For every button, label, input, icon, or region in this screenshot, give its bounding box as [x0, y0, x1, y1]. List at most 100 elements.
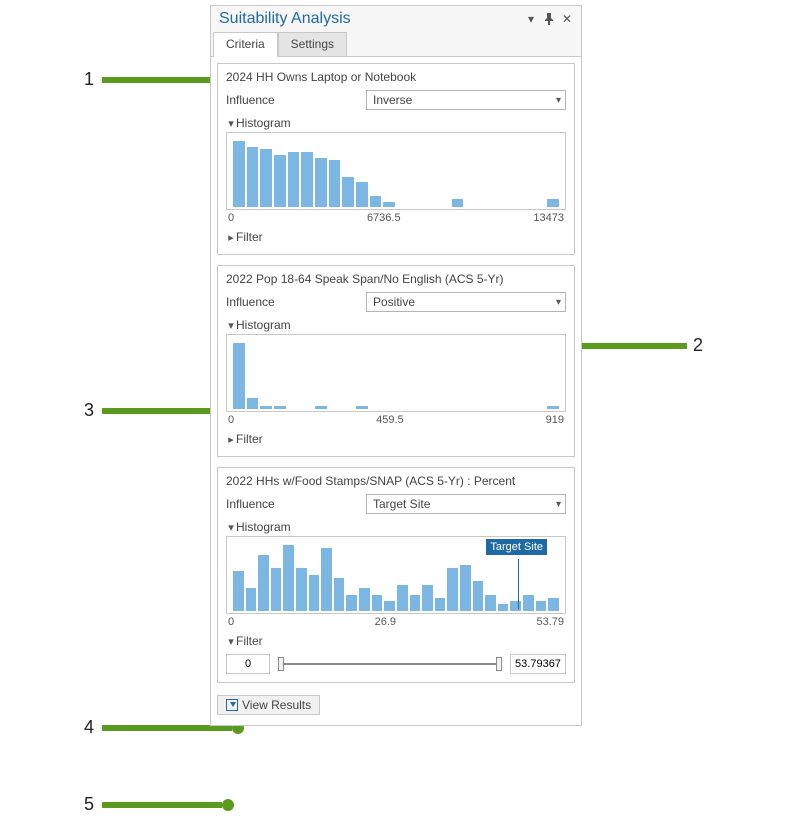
influence-select[interactable]: Positive ▾	[366, 292, 566, 312]
histogram-bar	[309, 575, 320, 611]
histogram-axis: 0 459.5 919	[226, 414, 566, 426]
influence-value: Positive	[373, 295, 415, 309]
callout-line	[567, 343, 687, 349]
histogram-bar	[485, 595, 496, 612]
histogram-bar	[397, 585, 408, 611]
histogram-bar	[329, 160, 341, 207]
histogram-bar	[321, 548, 332, 611]
filter-label: Filter	[236, 432, 263, 446]
histogram-bar	[447, 568, 458, 611]
target-site-line	[518, 559, 519, 609]
callout-line	[102, 77, 222, 83]
influence-select[interactable]: Target Site ▾	[366, 494, 566, 514]
histogram-header[interactable]: ▾ Histogram	[226, 318, 566, 332]
influence-select[interactable]: Inverse ▾	[366, 90, 566, 110]
histogram-bar	[498, 604, 509, 611]
histogram-bar	[383, 202, 395, 208]
influence-value: Target Site	[373, 497, 430, 511]
suitability-analysis-pane: Suitability Analysis ▾ ✕ Criteria Settin…	[210, 5, 582, 726]
histogram-bar	[370, 196, 382, 207]
criterion-card: 2022 HHs w/Food Stamps/SNAP (ACS 5-Yr) :…	[217, 467, 575, 683]
tab-label: Criteria	[226, 37, 265, 51]
histogram-bar	[435, 598, 446, 611]
axis-min: 0	[228, 414, 234, 426]
histogram-bar	[410, 595, 421, 612]
histogram-bar	[384, 601, 395, 611]
histogram-bar	[547, 199, 559, 207]
callout-number: 2	[693, 335, 703, 356]
pane-menu-button[interactable]: ▾	[523, 11, 539, 27]
tab-bar: Criteria Settings	[211, 32, 581, 57]
view-results-button[interactable]: View Results	[217, 695, 320, 715]
histogram-bar	[260, 149, 272, 207]
axis-max: 53.79	[536, 616, 564, 628]
histogram-bar	[246, 588, 257, 611]
slider-handle-min[interactable]	[278, 657, 284, 671]
histogram-bar	[372, 595, 383, 612]
tab-criteria[interactable]: Criteria	[213, 32, 278, 57]
histogram-chart	[226, 334, 566, 412]
caret-down-icon: ▾	[226, 319, 236, 332]
filter-label: Filter	[236, 634, 263, 648]
filter-max-input[interactable]	[510, 654, 566, 674]
caret-down-icon: ▾	[226, 635, 236, 648]
target-site-flag: Target Site	[486, 539, 547, 555]
histogram-bar	[260, 406, 272, 409]
caret-right-icon: ▸	[226, 231, 236, 244]
histogram-bar	[359, 588, 370, 611]
histogram-bar	[473, 581, 484, 611]
histogram-header[interactable]: ▾ Histogram	[226, 116, 566, 130]
histogram-bar	[296, 568, 307, 611]
criterion-title: 2024 HH Owns Laptop or Notebook	[226, 70, 566, 84]
histogram-bar	[536, 601, 547, 611]
axis-mid: 6736.5	[367, 212, 401, 224]
caret-right-icon: ▸	[226, 433, 236, 446]
filter-range-slider[interactable]	[276, 654, 504, 674]
filter-header[interactable]: ▾ Filter	[226, 634, 566, 648]
view-results-icon	[226, 699, 238, 711]
histogram-bar	[523, 595, 534, 612]
axis-min: 0	[228, 616, 234, 628]
pin-icon[interactable]	[541, 11, 557, 27]
histogram-bar	[283, 545, 294, 611]
criterion-title: 2022 HHs w/Food Stamps/SNAP (ACS 5-Yr) :…	[226, 474, 566, 488]
histogram-bar	[422, 585, 433, 611]
filter-controls	[226, 654, 566, 674]
histogram-bar	[548, 598, 559, 611]
histogram-bar	[258, 555, 269, 611]
tab-settings[interactable]: Settings	[278, 32, 347, 57]
histogram-bar	[510, 601, 521, 611]
histogram-bar	[233, 343, 245, 409]
histogram-label: Histogram	[236, 318, 291, 332]
callout-number: 3	[84, 400, 94, 421]
histogram-bar	[346, 595, 357, 612]
histogram-bar	[274, 155, 286, 207]
histogram-bar	[342, 177, 354, 207]
callout-dot	[222, 799, 234, 811]
filter-min-input[interactable]	[226, 654, 270, 674]
histogram-header[interactable]: ▾ Histogram	[226, 520, 566, 534]
close-icon[interactable]: ✕	[559, 11, 575, 27]
histogram-bar	[233, 571, 244, 611]
histogram-bar	[274, 406, 286, 409]
histogram-bar	[356, 182, 368, 207]
caret-down-icon: ▾	[226, 521, 236, 534]
axis-mid: 26.9	[375, 616, 396, 628]
histogram-bar	[315, 158, 327, 208]
histogram-bar	[247, 398, 259, 409]
callout-number: 1	[84, 69, 94, 90]
filter-label: Filter	[236, 230, 263, 244]
histogram-bar	[547, 406, 559, 409]
histogram-bar	[334, 578, 345, 611]
histogram-bar	[301, 152, 313, 207]
filter-header[interactable]: ▸ Filter	[226, 432, 566, 446]
view-results-label: View Results	[242, 698, 311, 712]
filter-header[interactable]: ▸ Filter	[226, 230, 566, 244]
callout-number: 4	[84, 717, 94, 738]
slider-handle-max[interactable]	[496, 657, 502, 671]
histogram-bar	[315, 406, 327, 409]
chevron-down-icon: ▾	[556, 297, 561, 308]
axis-max: 919	[546, 414, 564, 426]
axis-mid: 459.5	[376, 414, 404, 426]
histogram-axis: 0 6736.5 13473	[226, 212, 566, 224]
